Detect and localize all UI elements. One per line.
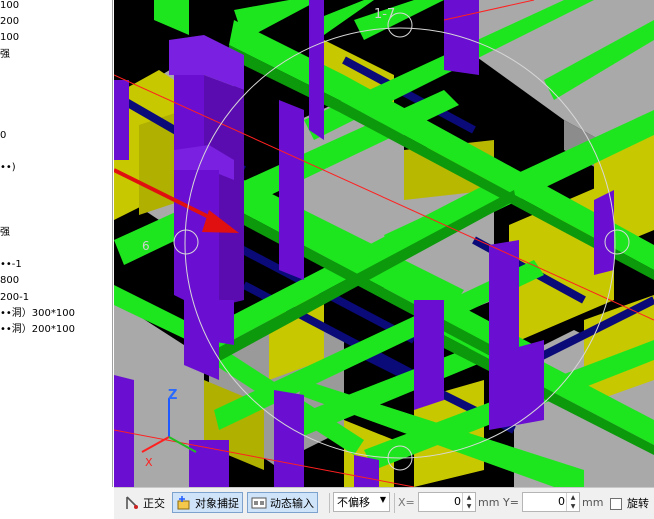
grid-label-top: 1-7 — [374, 7, 395, 22]
property-line: ••-1 — [0, 259, 22, 271]
snap-icon — [176, 495, 192, 511]
rotate-label: 旋转 — [627, 496, 649, 510]
status-bar: 正交 对象捕捉 动态输入 不偏移 ▼ X= 0 ▲ ▼ mm Y= 0 ▲ ▼ mm… — [114, 487, 654, 519]
property-line: 200-1 — [0, 291, 30, 303]
rotate-checkbox[interactable] — [610, 498, 622, 510]
separator — [329, 493, 330, 513]
3d-scene[interactable]: 1-7 6 Z X — [114, 0, 654, 487]
x-unit: mm — [478, 496, 500, 509]
property-panel: 100 200 100 强 0 ••) 强 ••-1 800 200-1 ••洞）300*100 ••… — [0, 0, 113, 487]
x-coordinate-input[interactable]: 0 ▲ ▼ — [418, 492, 476, 512]
property-line: ••洞）300*100 — [0, 307, 75, 319]
snap-label: 对象捕捉 — [195, 496, 239, 510]
ortho-label: 正交 — [143, 496, 165, 510]
axis-z-label: Z — [168, 388, 177, 403]
y-label: Y= — [503, 496, 519, 509]
x-label: X= — [398, 496, 415, 509]
separator — [394, 493, 395, 513]
grid-label-left: 6 — [142, 239, 150, 253]
y-value: 0 — [558, 495, 565, 508]
x-value: 0 — [454, 495, 461, 508]
property-line: 强 — [0, 48, 10, 60]
dynamic-input-icon — [251, 495, 267, 511]
property-line: ••洞）200*100 — [0, 324, 75, 335]
y-coordinate-input[interactable]: 0 ▲ ▼ — [522, 492, 580, 512]
property-line: 800 — [0, 275, 20, 287]
chevron-down-icon: ▼ — [379, 495, 386, 504]
property-line: 200 — [0, 16, 20, 28]
snap-button[interactable]: 对象捕捉 — [172, 492, 243, 513]
property-line: 100 — [0, 0, 20, 11]
axis-x-label: X — [145, 456, 153, 469]
dynamic-input-button[interactable]: 动态输入 — [247, 492, 318, 513]
3d-viewport[interactable]: 1-7 6 Z X — [114, 0, 654, 487]
property-line: 0 — [0, 129, 7, 141]
spin-arrows-icon[interactable]: ▲ ▼ — [462, 493, 475, 511]
ortho-button[interactable]: 正交 — [120, 492, 169, 513]
spin-arrows-icon[interactable]: ▲ ▼ — [566, 493, 579, 511]
y-unit: mm — [582, 496, 604, 509]
property-line: 强 — [0, 226, 10, 238]
property-line: 100 — [0, 32, 20, 44]
offset-value: 不偏移 — [337, 496, 370, 509]
offset-select[interactable]: 不偏移 ▼ — [333, 492, 390, 512]
dynamic-input-label: 动态输入 — [270, 496, 314, 510]
ortho-icon — [124, 495, 140, 511]
property-line: ••) — [0, 162, 16, 173]
